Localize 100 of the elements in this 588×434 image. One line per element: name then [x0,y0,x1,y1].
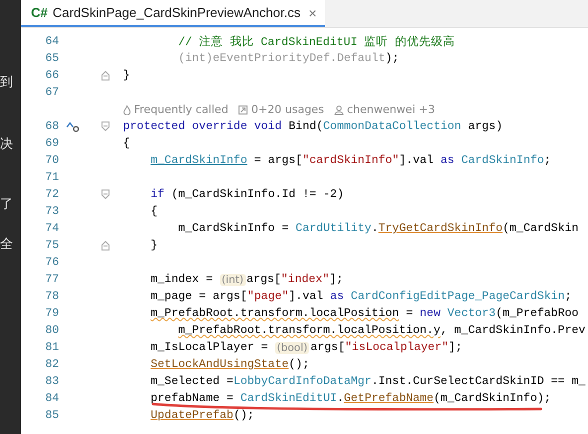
code-text: args[ [246,273,282,286]
code-text: m_page = args[ [150,290,248,303]
code-text: ].val [288,290,324,303]
line-number: 84 [44,392,59,405]
code-text: , m_CardSkinInfo.Prev [440,324,586,337]
inlay-hint: (int) [220,274,246,286]
line-number: 72 [44,188,59,201]
string-literal: "isLocalplayer" [344,341,449,354]
code-text: m_Selected = [150,375,234,388]
flame-icon [123,104,131,114]
code-text: Bind( [288,120,324,133]
code-text: (); [288,358,310,371]
code-text: ; [564,290,572,303]
line-number: 69 [44,137,59,150]
method-call: UpdatePrefab [150,409,234,422]
fold-icon[interactable] [100,240,110,251]
line-number: 68 [44,120,59,133]
override-icon[interactable] [66,120,80,132]
type-name: LobbyCardInfoDataMgr [233,375,372,388]
person-icon [334,104,344,114]
method-call: GetPrefabName [344,392,434,405]
code-text: m_index = [150,273,214,286]
method-call: SetLockAndUsingState [150,358,289,371]
close-icon[interactable]: × [308,4,317,20]
type-name: CardSkinEditUI [240,392,337,405]
code-lens-link[interactable]: 0+20 usages [251,103,324,116]
string-literal: "index" [281,273,330,286]
panel-text: 决 [0,137,14,153]
line-number: 65 [44,52,59,65]
line-number: 85 [44,409,59,422]
tab-title: CardSkinPage_CardSkinPreviewAnchor.cs [52,5,300,20]
line-number: 79 [44,307,59,320]
line-number: 70 [44,154,59,167]
field-reference: m_CardSkinInfo [150,154,248,167]
code-text: { [123,137,130,150]
code-text: (m_PrefabRoo [496,307,579,320]
line-number: 83 [44,375,59,388]
code-text: args[ [310,341,345,354]
code-text: = [406,307,414,320]
code-text: . [371,222,378,235]
code-text: . [336,392,344,405]
type-name: CardUtility [296,222,372,235]
line-number: 75 [44,239,59,252]
keyword: if [150,188,164,201]
code-text: ); [385,52,400,65]
line-number: 66 [44,69,59,82]
code-text: prefabName = [150,392,234,405]
code-text: } [150,239,158,252]
panel-text: 到 [0,75,14,91]
line-number: 71 [44,171,59,184]
code-text: m_PrefabRoot.transform.localPosition.y [178,324,440,337]
line-number: 77 [44,273,59,286]
line-number: 82 [44,358,59,371]
line-number: 74 [44,222,59,235]
line-number: 76 [44,256,59,269]
line-number: 80 [44,324,59,337]
string-literal: "page" [247,290,289,303]
code-text: (m_CardSkinInfo.Id != -2) [171,188,344,201]
file-tab[interactable]: C# CardSkinPage_CardSkinPreviewAnchor.cs × [21,0,325,27]
type-name: Vector3 [447,307,496,320]
inlay-hint: (bool) [274,342,310,354]
keyword: protected override void [123,120,283,133]
method-call: TryGetCardSkinInfo [378,222,503,235]
code-text: ]; [329,273,344,286]
line-number: 73 [44,205,59,218]
code-text: { [150,205,158,218]
fold-icon[interactable] [100,121,110,132]
code-text: (int)eEventPriorityDef.Default [178,52,386,65]
code-text: m_IsLocalPlayer = [150,341,269,354]
code-text: } [123,69,130,82]
code-text: (); [233,409,254,422]
line-number: 67 [44,86,59,99]
code-lens-link[interactable]: Frequently called [134,103,228,116]
csharp-label: C# [31,5,48,20]
usages-icon [238,104,248,114]
panel-text: 了 [0,197,14,213]
code-text: args) [468,120,503,133]
type-name: CardConfigEditPage_PageCardSkin [350,290,565,303]
type-name: CardSkinInfo [461,154,544,167]
panel-text: 全 [0,237,14,253]
line-number: 78 [44,290,59,303]
code-text: ].val [399,154,435,167]
line-number: 64 [44,35,59,48]
code-text: = args[ [254,154,302,167]
fold-icon[interactable] [100,70,110,81]
code-text: m_PrefabRoot.transform.localPosition [150,307,400,320]
code-text: (m_CardSkinInfo); [434,392,551,405]
keyword: as [440,154,456,167]
code-lens-link[interactable]: chenwenwei +3 [346,103,435,116]
code-text: ; [544,154,551,167]
code-text: ]; [448,341,462,354]
type-name: CommonDataCollection [323,120,462,133]
code-text: (m_CardSkin [502,222,579,235]
string-literal: "cardSkinInfo" [302,154,400,167]
keyword: new [420,307,442,320]
code-comment: // 注意 我比 CardSkinEditUI 监听 的优先级高 [178,34,456,49]
keyword: as [330,290,345,303]
code-text: .Inst.CurSelectCardSkinID == m_ [371,375,586,388]
code-text: m_CardSkinInfo = [178,222,290,235]
fold-icon[interactable] [100,189,110,200]
